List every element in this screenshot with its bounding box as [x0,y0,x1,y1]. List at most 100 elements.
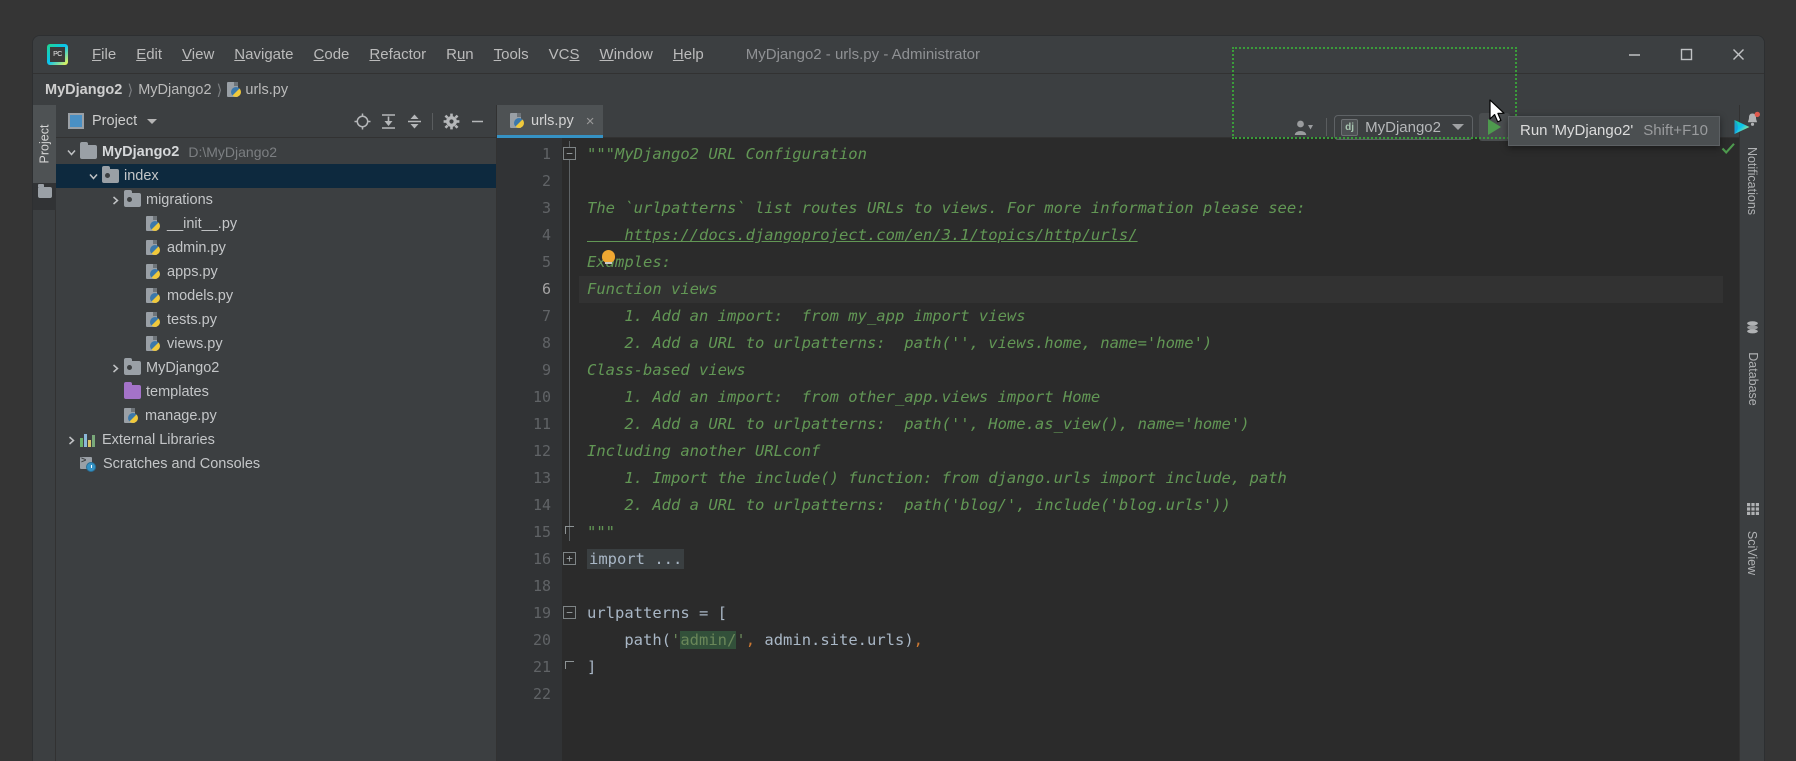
main-body: Project Project MyDjango2 D:\MyDjango2 i… [33,105,1764,761]
tree-item-label: MyDjango2 [146,360,220,376]
breadcrumb-item-package[interactable]: MyDjango2 [138,82,211,98]
editor-area: urls.py × 1 2 3 4 5 6 7 8 9 10 11 12 13 … [497,105,1739,761]
screen: File Edit View Navigate Code Refactor Ru… [0,0,1796,761]
right-tool-strip: Notifications Database SciView [1739,105,1764,761]
code-editor[interactable]: 1 2 3 4 5 6 7 8 9 10 11 12 13 14 15 16 1… [497,138,1739,761]
menu-refactor[interactable]: Refactor [359,43,436,66]
tree-item-mydjango2-root[interactable]: MyDjango2 D:\MyDjango2 [56,140,496,164]
tree-item-scratches-and-consoles[interactable]: Scratches and Consoles [56,452,496,476]
chevron-down-icon[interactable] [62,140,80,164]
panel-settings-button[interactable] [438,108,464,134]
menu-edit[interactable]: Edit [126,43,172,66]
code-line: Class-based views [579,357,1723,384]
menu-code[interactable]: Code [304,43,360,66]
code-text: Including another URLconf [587,442,821,460]
menu-help[interactable]: Help [663,43,714,66]
chevron-down-icon[interactable] [147,118,158,124]
tree-item-index[interactable]: index [56,164,496,188]
tree-item-manage-py[interactable]: manage.py [56,404,496,428]
line-number: 19 [532,604,551,622]
run-configuration-selector[interactable]: dj MyDjango2 [1334,114,1473,140]
code-line: """ [579,519,1723,546]
breadcrumb-item-file[interactable]: urls.py [227,81,288,98]
line-number: 14 [532,496,551,514]
select-opened-file-button[interactable] [349,108,375,134]
editor-code[interactable]: """MyDjango2 URL Configuration The `urlp… [579,138,1723,761]
tool-window-sciview-tab[interactable]: SciView [1740,501,1764,584]
folder-icon[interactable] [38,184,52,198]
tool-window-project-tab[interactable]: Project [33,105,56,183]
tool-window-database-tab[interactable]: Database [1740,319,1764,417]
fold-collapse-icon[interactable]: − [563,147,576,160]
tree-item-views-py[interactable]: views.py [56,332,496,356]
tree-item-label: External Libraries [102,432,215,448]
line-number: 7 [541,307,551,325]
run-button[interactable] [1479,113,1510,141]
divider [432,112,433,130]
code-text: Function views [587,280,718,298]
maximize-button[interactable] [1660,36,1712,73]
folded-import-region[interactable]: import ... [587,549,685,569]
code-text: """ [587,523,615,541]
user-account-button[interactable] [1288,114,1319,140]
python-file-icon [146,240,160,256]
tree-item-templates[interactable]: templates [56,380,496,404]
menu-view[interactable]: View [172,43,224,66]
python-file-icon [146,216,160,232]
source-folder-icon [102,166,119,183]
expand-all-button[interactable] [375,108,401,134]
breadcrumb-item-project[interactable]: MyDjango2 [45,82,122,98]
collapse-all-button[interactable] [401,108,427,134]
fold-collapse-icon[interactable]: − [563,606,576,619]
project-tree[interactable]: MyDjango2 D:\MyDjango2 index migrations … [56,138,496,761]
menu-navigate[interactable]: Navigate [224,43,303,66]
tree-item-mydjango2-package[interactable]: MyDjango2 [56,356,496,380]
chevron-right-icon[interactable] [106,188,124,212]
code-line: The `urlpatterns` list routes URLs to vi… [579,195,1723,222]
pycharm-logo-icon [47,44,68,65]
python-file-icon [146,264,160,280]
chevron-down-icon[interactable] [84,164,102,188]
chevron-right-icon[interactable] [62,428,80,452]
tree-item-models-py[interactable]: models.py [56,284,496,308]
python-file-icon [146,312,160,328]
close-icon[interactable]: × [586,113,595,130]
code-text: 2. Add a URL to urlpatterns: path('', Ho… [587,415,1250,433]
menu-tools[interactable]: Tools [484,43,539,66]
line-number: 8 [541,334,551,352]
editor-tab-urls-py[interactable]: urls.py × [497,105,604,138]
menu-window[interactable]: Window [590,43,663,66]
minimize-button[interactable] [1608,36,1660,73]
tree-item-admin-py[interactable]: admin.py [56,236,496,260]
line-number: 11 [532,415,551,433]
tree-item-migrations[interactable]: migrations [56,188,496,212]
navigation-bar: MyDjango2 ⟩ MyDjango2 ⟩ urls.py dj MyDja… [33,73,1764,141]
code-line: path('admin/', admin.site.urls), [587,631,924,649]
close-button[interactable] [1712,36,1764,73]
project-panel-title: Project [92,113,138,129]
tree-item-label: Scratches and Consoles [103,456,261,472]
fold-expand-icon[interactable]: + [563,552,576,565]
code-line-current: Function views [579,276,1723,303]
tree-item-init-py[interactable]: __init__.py [56,212,496,236]
tree-item-external-libraries[interactable]: External Libraries [56,428,496,452]
code-line: 2. Add a URL to urlpatterns: path('blog/… [579,492,1723,519]
updates-button[interactable] [1726,114,1758,140]
menu-run[interactable]: Run [436,43,484,66]
code-line: Including another URLconf [579,438,1723,465]
chevron-right-icon[interactable] [106,356,124,380]
tree-item-label: templates [146,384,209,400]
inspection-marker-bar[interactable] [1721,138,1739,761]
editor-fold-column[interactable]: − + − [562,138,579,761]
django-config-icon: dj [1341,118,1359,136]
menu-vcs[interactable]: VCS [539,43,590,66]
tree-item-tests-py[interactable]: tests.py [56,308,496,332]
code-text: 2. Add a URL to urlpatterns: path('', vi… [587,334,1213,352]
tree-item-apps-py[interactable]: apps.py [56,260,496,284]
hide-panel-button[interactable] [464,108,490,134]
code-line: 2. Add a URL to urlpatterns: path('', vi… [579,330,1723,357]
templates-folder-icon [124,382,141,399]
code-url-link[interactable]: https://docs.djangoproject.com/en/3.1/to… [587,226,1137,244]
menu-file[interactable]: File [82,43,126,66]
highlighted-string: admin/ [680,631,737,649]
